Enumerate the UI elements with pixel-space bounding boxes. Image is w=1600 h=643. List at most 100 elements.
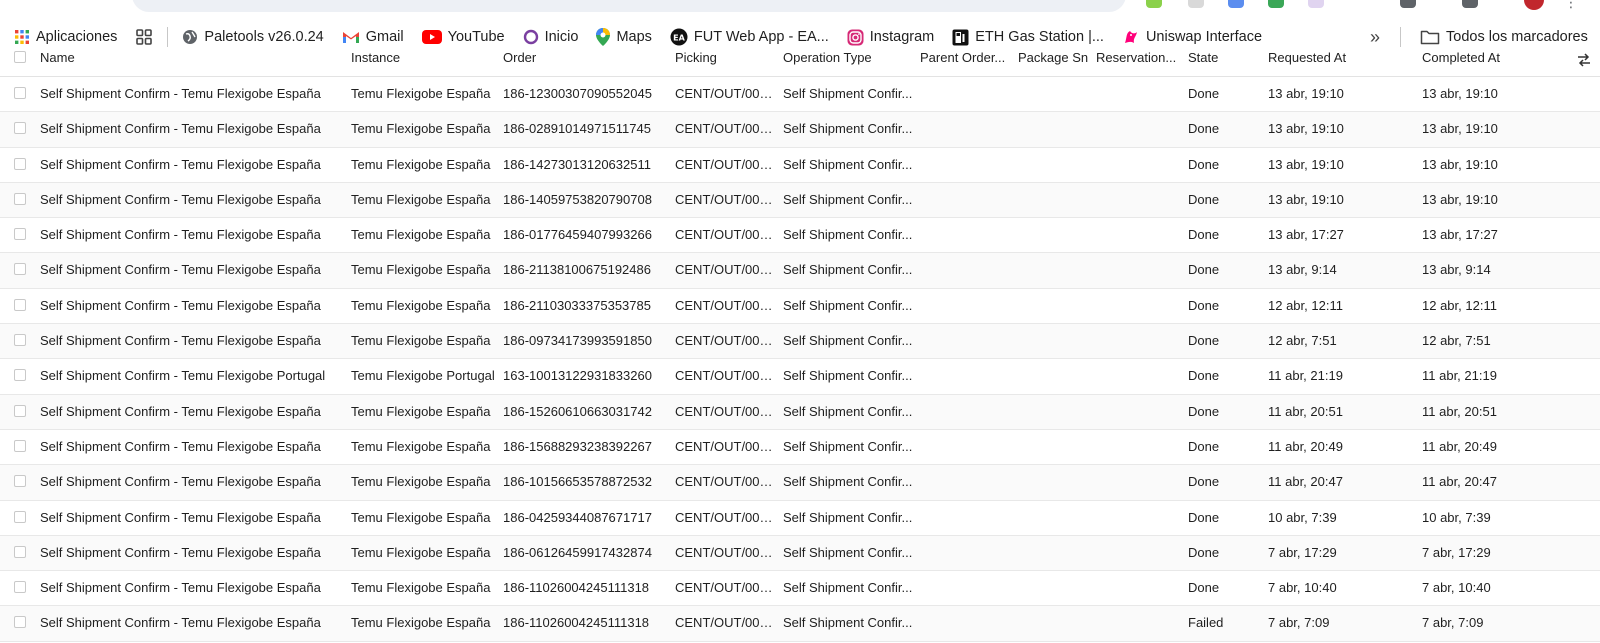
cell-completed-at: 7 abr, 10:40 (1422, 580, 1491, 596)
cell-instance: Temu Flexigobe España (351, 156, 491, 172)
column-header-order[interactable]: Order (503, 50, 667, 65)
bookmark-fut-web-app[interactable]: EA FUT Web App - EA... (658, 24, 835, 50)
column-header-reservation[interactable]: Reservation... (1096, 50, 1186, 65)
column-header-instance[interactable]: Instance (351, 50, 499, 65)
table-row[interactable]: Self Shipment Confirm - Temu Flexigobe E… (0, 289, 1600, 325)
cell-state: Done (1188, 368, 1220, 384)
cell-completed-at: 13 abr, 9:14 (1422, 262, 1491, 278)
cell-operation-type: Self Shipment Confir... (783, 227, 913, 243)
cell-order: 186-21103033375353785 (503, 297, 651, 313)
table-row[interactable]: Self Shipment Confirm - Temu Flexigobe E… (0, 182, 1600, 219)
bookmark-label: Uniswap Interface (1145, 29, 1263, 45)
cell-picking: CENT/OUT/004... (675, 121, 773, 137)
column-header-operation-type[interactable]: Operation Type (783, 50, 913, 65)
cell-instance: Temu Flexigobe España (351, 544, 491, 560)
extension-icon[interactable] (1228, 0, 1244, 8)
extension-icon[interactable] (1146, 0, 1162, 8)
column-header-parent-order[interactable]: Parent Order... (920, 50, 1012, 65)
column-header-state[interactable]: State (1188, 50, 1248, 65)
cell-requested-at: 11 abr, 20:49 (1268, 438, 1343, 454)
bookmark-youtube[interactable]: YouTube (410, 24, 511, 50)
column-header-picking[interactable]: Picking (675, 50, 773, 65)
folder-icon (1420, 30, 1440, 45)
row-checkbox[interactable] (14, 228, 26, 241)
row-checkbox[interactable] (14, 87, 26, 99)
table-row[interactable]: Self Shipment Confirm - Temu Flexigobe E… (0, 535, 1600, 572)
row-checkbox[interactable] (14, 510, 26, 523)
row-checkbox[interactable] (14, 545, 26, 558)
bookmark-maps[interactable]: Maps (584, 24, 657, 50)
table-row[interactable]: Self Shipment Confirm - Temu Flexigobe E… (0, 606, 1600, 642)
cell-order: 186-15688293238392267 (503, 438, 652, 454)
cell-instance: Temu Flexigobe España (351, 191, 491, 207)
bookmarks-overflow-button[interactable]: » (1364, 24, 1386, 50)
address-bar[interactable] (132, 0, 1126, 12)
extension-icon[interactable] (1268, 0, 1284, 8)
table-row[interactable]: Self Shipment Confirm - Temu Flexigobe E… (0, 324, 1600, 360)
select-all-checkbox[interactable] (14, 51, 26, 63)
bookmark-uniswap[interactable]: Uniswap Interface (1110, 24, 1268, 50)
row-checkbox[interactable] (14, 157, 26, 170)
bookmark-paletools[interactable]: Paletools v26.0.24 (176, 24, 329, 50)
bookmark-label: Aplicaciones (36, 29, 118, 45)
table-row[interactable]: Self Shipment Confirm - Temu Flexigobe E… (0, 465, 1600, 501)
row-checkbox[interactable] (14, 475, 26, 488)
extension-icon[interactable] (1188, 0, 1204, 8)
cell-name: Self Shipment Confirm - Temu Flexigobe E… (40, 86, 321, 101)
row-checkbox[interactable] (14, 334, 26, 347)
cell-completed-at: 11 abr, 20:51 (1422, 403, 1497, 419)
table-row[interactable]: Self Shipment Confirm - Temu Flexigobe E… (0, 253, 1600, 289)
table-row[interactable]: Self Shipment Confirm - Temu Flexigobe E… (0, 501, 1600, 536)
table-row[interactable]: Self Shipment Confirm - Temu Flexigobe E… (0, 112, 1600, 148)
column-header-requested-at[interactable]: Requested At (1268, 50, 1408, 65)
bookmark-eth-gas-station[interactable]: ETH Gas Station |... (940, 24, 1110, 50)
tab-groups-button[interactable] (123, 24, 159, 50)
cell-picking: CENT/OUT/006... (675, 333, 773, 349)
table-row[interactable]: Self Shipment Confirm - Temu Flexigobe P… (0, 359, 1600, 395)
bookmark-label: Instagram (869, 29, 935, 45)
cell-name: Self Shipment Confirm - Temu Flexigobe E… (40, 438, 321, 454)
table-row[interactable]: Self Shipment Confirm - Temu Flexigobe E… (0, 77, 1600, 113)
row-checkbox[interactable] (14, 369, 26, 382)
column-header-package-sn[interactable]: Package Sn (1018, 50, 1092, 65)
extension-icon[interactable] (1308, 0, 1324, 8)
extension-icon[interactable] (1400, 0, 1416, 8)
table-row[interactable]: Self Shipment Confirm - Temu Flexigobe E… (0, 430, 1600, 466)
column-header-name[interactable]: Name (40, 50, 340, 65)
cell-operation-type: Self Shipment Confir... (783, 86, 913, 101)
row-checkbox[interactable] (14, 192, 26, 205)
row-checkbox[interactable] (14, 616, 26, 629)
bookmark-all-bookmarks[interactable]: Todos los marcadores (1414, 24, 1594, 50)
cell-operation-type: Self Shipment Confir... (783, 191, 913, 207)
table-row[interactable]: Self Shipment Confirm - Temu Flexigobe E… (0, 571, 1600, 607)
row-checkbox[interactable] (14, 263, 26, 276)
row-checkbox[interactable] (14, 404, 26, 417)
row-checkbox[interactable] (14, 439, 26, 452)
row-checkbox[interactable] (14, 581, 26, 594)
cell-state: Done (1188, 297, 1220, 313)
bookmark-instagram[interactable]: Instagram (835, 24, 940, 50)
table-row[interactable]: Self Shipment Confirm - Temu Flexigobe E… (0, 394, 1600, 430)
bookmark-inicio[interactable]: Inicio (511, 24, 585, 50)
cell-instance: Temu Flexigobe España (351, 227, 491, 243)
cell-name: Self Shipment Confirm - Temu Flexigobe E… (40, 262, 321, 278)
bookmark-gmail[interactable]: Gmail (330, 24, 410, 50)
menu-icon[interactable]: ⋮ (1564, 0, 1578, 11)
cell-order: 186-12300307090552045 (503, 86, 652, 101)
table-row[interactable]: Self Shipment Confirm - Temu Flexigobe E… (0, 148, 1600, 183)
extension-icon[interactable] (1462, 0, 1478, 8)
cell-instance: Temu Flexigobe España (351, 509, 491, 525)
bookmarks-bar: Aplicaciones Paletools v26.0.24 Gmail Yo… (0, 24, 1600, 50)
bookmark-apps[interactable]: Aplicaciones (0, 24, 123, 50)
bookmark-label: Todos los marcadores (1446, 29, 1588, 45)
table-row[interactable]: Self Shipment Confirm - Temu Flexigobe E… (0, 218, 1600, 254)
cell-picking: CENT/OUT/006... (675, 297, 773, 313)
youtube-icon (421, 30, 442, 44)
column-settings-icon[interactable] (1576, 52, 1592, 68)
avatar[interactable] (1524, 0, 1544, 10)
column-header-completed-at[interactable]: Completed At (1422, 50, 1562, 65)
row-checkbox[interactable] (14, 298, 26, 311)
row-checkbox[interactable] (14, 122, 26, 135)
cell-state: Done (1188, 191, 1220, 207)
cell-name: Self Shipment Confirm - Temu Flexigobe E… (40, 474, 321, 490)
